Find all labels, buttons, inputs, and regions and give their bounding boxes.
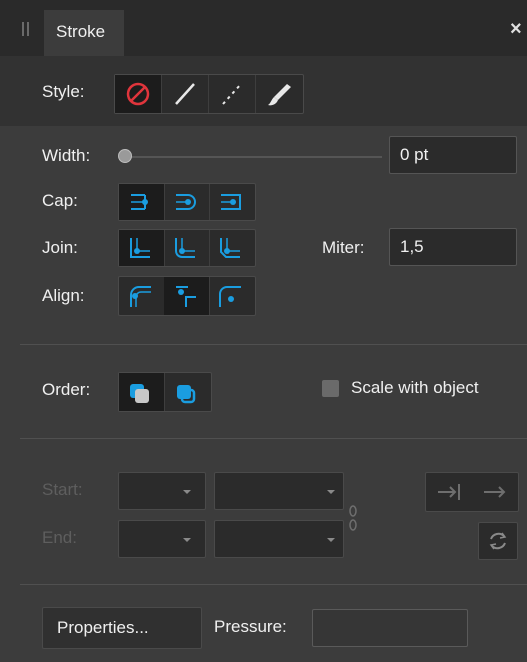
start-scale-dropdown[interactable] [214, 472, 344, 510]
join-miter-button[interactable] [119, 230, 165, 266]
scale-with-object-label: Scale with object [351, 378, 479, 397]
width-label: Width: [42, 146, 91, 165]
style-button-group [114, 74, 304, 114]
align-outside-icon [219, 286, 241, 307]
section-divider [20, 438, 527, 439]
tab-stroke-label: Stroke [56, 22, 106, 41]
order-front-button[interactable] [165, 373, 210, 411]
style-none-button[interactable] [115, 75, 162, 113]
style-dashed-button[interactable] [209, 75, 256, 113]
order-label: Order: [42, 380, 91, 399]
miter-value: 1,5 [400, 237, 424, 256]
chevron-down-icon [327, 538, 335, 542]
width-slider-track[interactable] [130, 156, 382, 158]
join-round-button[interactable] [164, 230, 210, 266]
no-stroke-icon [126, 82, 150, 106]
round-cap-icon [176, 194, 196, 210]
chevron-down-icon [183, 538, 191, 542]
align-center-icon [176, 286, 196, 307]
order-button-group [118, 372, 212, 412]
join-bevel-button[interactable] [209, 230, 254, 266]
align-center-button[interactable] [164, 277, 210, 315]
cap-round-button[interactable] [164, 184, 210, 220]
start-arrowhead-dropdown[interactable] [118, 472, 206, 510]
solid-line-icon [175, 83, 195, 105]
width-value: 0 pt [400, 145, 429, 164]
stroke-behind-fill-icon [130, 384, 149, 403]
style-solid-button[interactable] [162, 75, 209, 113]
join-button-group [118, 229, 256, 267]
cap-square-button[interactable] [209, 184, 254, 220]
miter-field[interactable]: 1,5 [389, 228, 517, 266]
order-behind-button[interactable] [119, 373, 165, 411]
end-arrowhead-dropdown[interactable] [118, 520, 206, 558]
align-button-group [118, 276, 256, 316]
style-label: Style: [42, 82, 85, 101]
join-label: Join: [42, 238, 78, 257]
link-chain-icon[interactable] [346, 500, 360, 540]
end-scale-dropdown[interactable] [214, 520, 344, 558]
align-label: Align: [42, 286, 85, 305]
drag-grip-icon[interactable] [22, 22, 32, 36]
cap-butt-button[interactable] [119, 184, 165, 220]
properties-button[interactable]: Properties... [42, 607, 202, 649]
arrow-end-icon[interactable] [472, 473, 518, 511]
chevron-down-icon [327, 490, 335, 494]
arrow-extend-icon[interactable] [426, 473, 472, 511]
chevron-down-icon [183, 490, 191, 494]
miter-join-icon [130, 238, 150, 258]
width-field[interactable]: 0 pt [389, 136, 517, 174]
align-outside-button[interactable] [209, 277, 254, 315]
scale-with-object-checkbox[interactable] [322, 380, 339, 397]
pressure-label: Pressure: [214, 617, 287, 636]
start-label: Start: [42, 480, 83, 499]
section-divider [20, 584, 527, 585]
butt-cap-icon [131, 194, 148, 210]
close-icon[interactable]: × [510, 18, 522, 41]
miter-label: Miter: [322, 238, 365, 257]
pressure-graph-field[interactable] [312, 609, 468, 647]
cap-button-group [118, 183, 256, 221]
dashed-line-icon [222, 83, 242, 105]
style-brush-button[interactable] [256, 75, 302, 113]
properties-button-label: Properties... [57, 618, 149, 637]
brush-icon [268, 84, 291, 106]
end-label: End: [42, 528, 77, 547]
round-join-icon [175, 238, 195, 258]
section-divider [20, 344, 527, 345]
arrow-position-group [425, 472, 519, 512]
align-inside-icon [130, 286, 151, 307]
align-inside-button[interactable] [119, 277, 165, 315]
bevel-join-icon [220, 238, 240, 258]
cap-label: Cap: [42, 191, 78, 210]
swap-icon [489, 532, 507, 550]
stroke-in-front-icon [177, 385, 196, 404]
width-slider-thumb[interactable] [118, 149, 132, 163]
swap-arrowheads-button[interactable] [478, 522, 518, 560]
square-cap-icon [221, 194, 241, 210]
